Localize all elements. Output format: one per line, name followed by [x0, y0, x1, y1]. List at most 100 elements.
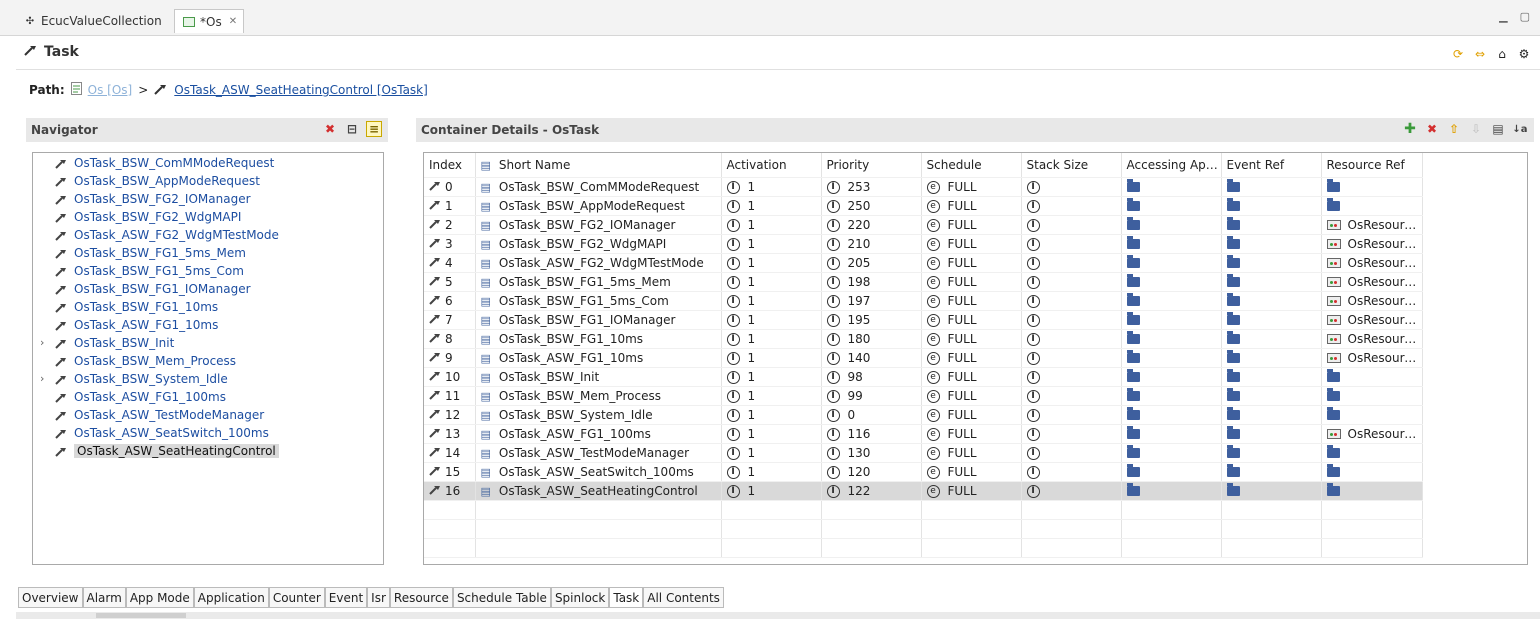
short-name-cell[interactable]: ▤ OsTask_BSW_FG1_5ms_Mem [475, 272, 722, 292]
activation-cell[interactable]: I1 [721, 272, 822, 292]
schedule-cell[interactable]: e FULL [921, 215, 1022, 235]
event-ref-cell[interactable] [1221, 177, 1322, 197]
resource-ref-cell[interactable] [1321, 177, 1423, 197]
table-row[interactable]: 14 ▤ OsTask_ASW_TestModeManager I 1 I 130 e FULL… [424, 443, 1423, 463]
accessing-app-cell[interactable] [1121, 462, 1222, 482]
short-name-cell[interactable]: ▤ OsTask_BSW_AppModeRequest [475, 196, 722, 216]
navigator-item[interactable]: OsTask_BSW_ComMModeRequest [33, 154, 383, 172]
index-cell[interactable]: 9 [424, 348, 476, 368]
priority-cell[interactable]: I 122 [821, 481, 922, 501]
priority-cell[interactable]: I 205 [821, 253, 922, 273]
table-row[interactable]: 2 ▤ OsTask_BSW_FG2_IOManager I 1 I 220 e FULL I Os… [424, 215, 1423, 235]
short-name-cell[interactable]: ▤ OsTask_ASW_FG1_100ms [475, 424, 722, 444]
navigator-item[interactable]: OsTask_BSW_FG2_IOManager [33, 190, 383, 208]
settings-icon[interactable]: ⚙ [1516, 46, 1532, 62]
stack-size-cell[interactable]: I [1021, 367, 1122, 387]
navigator-item[interactable]: OsTask_ASW_FG1_100ms [33, 388, 383, 406]
table-row[interactable]: 9 ▤ OsTask_ASW_FG1_10ms I 1 I 140 e FULL I OsResou… [424, 348, 1423, 368]
activation-cell[interactable]: I1 [721, 177, 822, 197]
collapse-all-icon[interactable]: ⊟ [344, 121, 360, 137]
table-row[interactable]: 11 ▤ OsTask_BSW_Mem_Process I 1 I 99 e FULL I [424, 386, 1423, 406]
table-row[interactable]: 10 ▤ OsTask_BSW_Init I 1 I 98 e FULL I [424, 367, 1423, 387]
table-row[interactable]: 0 ▤ OsTask_BSW_ComMModeRequest I 1 I 253 e FULL I [424, 177, 1423, 197]
schedule-cell[interactable]: e FULL [921, 177, 1022, 197]
navigator-item[interactable]: OsTask_ASW_FG1_10ms [33, 316, 383, 334]
stack-size-cell[interactable]: I [1021, 424, 1122, 444]
breadcrumb-current-link[interactable]: OsTask_ASW_SeatHeatingControl [OsTask] [174, 83, 428, 97]
bottom-tab-resource[interactable]: Resource [389, 588, 453, 608]
sort-az-icon[interactable]: ↓a [1512, 121, 1528, 137]
navigator-item[interactable]: OsTask_ASW_SeatSwitch_100ms [33, 424, 383, 442]
schedule-cell[interactable]: e FULL [921, 405, 1022, 425]
table-row[interactable]: 4 ▤ OsTask_ASW_FG2_WdgMTestMode I 1 I 205 e FULL… [424, 253, 1423, 273]
priority-cell[interactable]: I 140 [821, 348, 922, 368]
index-cell[interactable]: 16 [424, 481, 476, 501]
activation-cell[interactable]: I1 [721, 329, 822, 349]
navigator-item[interactable]: OsTask_ASW_FG2_WdgMTestMode [33, 226, 383, 244]
index-cell[interactable]: 7 [424, 310, 476, 330]
event-ref-cell[interactable] [1221, 329, 1322, 349]
priority-cell[interactable]: I0 [821, 405, 922, 425]
index-cell[interactable]: 8 [424, 329, 476, 349]
priority-cell[interactable]: I 116 [821, 424, 922, 444]
link-editor-icon[interactable]: ≡ [366, 121, 382, 137]
index-cell[interactable]: 0 [424, 177, 476, 197]
resource-ref-cell[interactable] [1321, 367, 1423, 387]
priority-cell[interactable]: I 197 [821, 291, 922, 311]
stack-size-cell[interactable]: I [1021, 462, 1122, 482]
short-name-cell[interactable]: ▤ OsTask_ASW_TestModeManager [475, 443, 722, 463]
stack-size-cell[interactable]: I [1021, 329, 1122, 349]
navigator-item[interactable]: OsTask_BSW_FG1_10ms [33, 298, 383, 316]
horizontal-scrollbar[interactable] [16, 612, 1540, 619]
table-row[interactable]: 16 ▤ OsTask_ASW_SeatHeatingControl I 1 I 122 e F… [424, 481, 1423, 501]
link-icon[interactable]: ⇔ [1472, 46, 1488, 62]
index-cell[interactable]: 15 [424, 462, 476, 482]
activation-cell[interactable]: I1 [721, 405, 822, 425]
short-name-cell[interactable]: ▤ OsTask_BSW_Init [475, 367, 722, 387]
priority-cell[interactable]: I 120 [821, 462, 922, 482]
event-ref-cell[interactable] [1221, 367, 1322, 387]
schedule-cell[interactable]: e FULL [921, 386, 1022, 406]
navigator-item[interactable]: OsTask_BSW_FG1_5ms_Com [33, 262, 383, 280]
short-name-cell[interactable]: ▤ OsTask_BSW_FG1_IOManager [475, 310, 722, 330]
short-name-cell[interactable]: ▤ OsTask_BSW_ComMModeRequest [475, 177, 722, 197]
schedule-cell[interactable]: e FULL [921, 348, 1022, 368]
close-icon[interactable]: ✕ [229, 16, 237, 27]
schedule-cell[interactable]: e FULL [921, 310, 1022, 330]
column-header[interactable]: ▤ Short Name [475, 153, 722, 178]
resource-ref-cell[interactable] [1321, 386, 1423, 406]
index-cell[interactable]: 5 [424, 272, 476, 292]
priority-cell[interactable]: I 210 [821, 234, 922, 254]
delete-icon[interactable]: ✖ [322, 121, 338, 137]
stack-size-cell[interactable]: I [1021, 443, 1122, 463]
index-cell[interactable]: 11 [424, 386, 476, 406]
stack-size-cell[interactable]: I [1021, 386, 1122, 406]
resource-ref-cell[interactable] [1321, 443, 1423, 463]
navigator-item[interactable]: OsTask_ASW_TestModeManager [33, 406, 383, 424]
activation-cell[interactable]: I1 [721, 481, 822, 501]
index-cell[interactable]: 13 [424, 424, 476, 444]
priority-cell[interactable]: I 180 [821, 329, 922, 349]
resource-ref-cell[interactable] [1321, 196, 1423, 216]
maximize-icon[interactable]: ▢ [1520, 10, 1530, 23]
resource-ref-cell[interactable] [1321, 481, 1423, 501]
resource-ref-cell[interactable] [1321, 462, 1423, 482]
column-header[interactable]: Stack Size [1021, 153, 1122, 178]
activation-cell[interactable]: I1 [721, 310, 822, 330]
column-header[interactable]: Schedule [921, 153, 1022, 178]
activation-cell[interactable]: I1 [721, 424, 822, 444]
short-name-cell[interactable]: ▤ OsTask_ASW_SeatSwitch_100ms [475, 462, 722, 482]
resource-ref-cell[interactable]: OsResourc... [1321, 310, 1423, 330]
breadcrumb-parent-link[interactable]: Os [Os] [88, 83, 133, 97]
stack-size-cell[interactable]: I [1021, 196, 1122, 216]
event-ref-cell[interactable] [1221, 234, 1322, 254]
accessing-app-cell[interactable] [1121, 367, 1222, 387]
bottom-tab-spinlock[interactable]: Spinlock [550, 588, 610, 608]
index-cell[interactable]: 14 [424, 443, 476, 463]
priority-cell[interactable]: I 250 [821, 196, 922, 216]
event-ref-cell[interactable] [1221, 310, 1322, 330]
resource-ref-cell[interactable]: OsResourc... [1321, 291, 1423, 311]
stack-size-cell[interactable]: I [1021, 291, 1122, 311]
schedule-cell[interactable]: e FULL [921, 234, 1022, 254]
schedule-cell[interactable]: e FULL [921, 367, 1022, 387]
